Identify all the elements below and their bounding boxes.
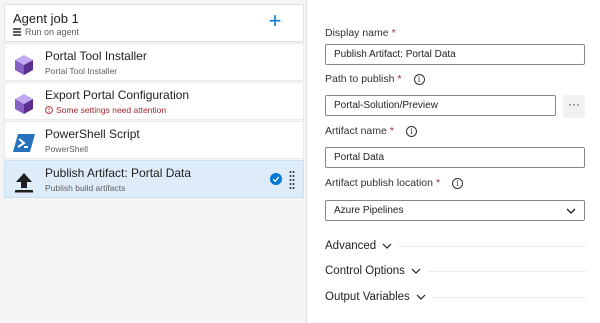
- browse-path-button[interactable]: ···: [563, 95, 585, 118]
- display-name-input[interactable]: Publish Artifact: Portal Data: [325, 44, 585, 65]
- check-icon: [270, 173, 282, 185]
- task-subtitle: Publish build artifacts: [45, 183, 125, 193]
- advanced-section-toggle[interactable]: Advanced: [325, 240, 392, 252]
- agent-job-subtitle: Run on agent: [13, 27, 79, 37]
- task-subtitle: Portal Tool Installer: [45, 66, 117, 76]
- task-item-portal-tool-installer[interactable]: Portal Tool Installer Portal Tool Instal…: [4, 43, 304, 81]
- publish-location-label: Artifact publish location * i: [325, 177, 464, 189]
- agent-icon: [13, 28, 21, 36]
- path-to-publish-label-text: Path to publish: [325, 73, 395, 85]
- output-variables-section-toggle[interactable]: Output Variables: [325, 291, 426, 303]
- path-to-publish-input[interactable]: Portal-Solution/Preview: [325, 95, 556, 116]
- publish-location-label-text: Artifact publish location: [325, 177, 433, 189]
- task-subtitle-text: Publish build artifacts: [45, 183, 126, 193]
- chevron-down-icon: [382, 243, 392, 249]
- task-item-export-portal-configuration[interactable]: Export Portal Configuration Some setting…: [4, 82, 304, 120]
- task-subtitle: PowerShell: [45, 144, 88, 154]
- task-item-publish-artifact[interactable]: Publish Artifact: Portal Data Publish bu…: [4, 160, 304, 198]
- section-title: Output Variables: [325, 291, 410, 303]
- section-title: Advanced: [325, 240, 377, 252]
- display-name-label: Display name *: [325, 27, 396, 39]
- publish-location-select[interactable]: Azure Pipelines: [325, 200, 585, 221]
- required-marker: *: [391, 27, 396, 39]
- portal-icon: [15, 55, 33, 75]
- display-name-label-text: Display name: [325, 27, 389, 39]
- section-divider: [428, 271, 586, 272]
- agent-job-subtitle-text: Run on agent: [25, 27, 80, 37]
- task-warning: Some settings need attention: [45, 105, 166, 115]
- add-task-button[interactable]: +: [265, 10, 285, 32]
- task-properties-panel: Display name * Publish Artifact: Portal …: [308, 0, 600, 323]
- path-to-publish-label: Path to publish * i: [325, 73, 425, 85]
- task-title: Portal Tool Installer: [45, 49, 147, 63]
- task-subtitle-text: Portal Tool Installer: [45, 66, 118, 76]
- task-title: Export Portal Configuration: [45, 88, 190, 102]
- chevron-down-icon: [566, 208, 576, 214]
- task-subtitle-text: PowerShell: [45, 144, 88, 154]
- agent-job-header[interactable]: Agent job 1 Run on agent +: [4, 4, 304, 42]
- artifact-name-label: Artifact name * i: [325, 125, 417, 137]
- section-divider: [398, 246, 586, 247]
- task-title: PowerShell Script: [45, 127, 140, 141]
- warning-clock-icon: [45, 106, 53, 114]
- task-warning-text: Some settings need attention: [56, 105, 167, 115]
- required-marker: *: [435, 177, 441, 189]
- task-item-powershell-script[interactable]: PowerShell Script PowerShell: [4, 121, 304, 159]
- artifact-name-label-text: Artifact name: [325, 125, 387, 137]
- upload-icon: [15, 173, 33, 193]
- powershell-icon: [13, 134, 35, 152]
- chevron-down-icon: [411, 268, 421, 274]
- info-icon[interactable]: i: [405, 125, 417, 137]
- control-options-section-toggle[interactable]: Control Options: [325, 265, 421, 277]
- task-title: Publish Artifact: Portal Data: [45, 166, 192, 180]
- drag-handle-icon[interactable]: [289, 170, 295, 190]
- info-icon[interactable]: i: [413, 73, 425, 85]
- required-marker: *: [389, 125, 394, 137]
- section-title: Control Options: [325, 265, 405, 277]
- publish-location-value: Azure Pipelines: [334, 205, 404, 216]
- task-list-panel: Agent job 1 Run on agent + Portal Tool I…: [0, 0, 307, 323]
- section-divider: [432, 297, 586, 298]
- info-icon[interactable]: i: [452, 177, 464, 189]
- portal-icon: [15, 94, 33, 114]
- agent-job-title: Agent job 1: [13, 11, 79, 26]
- artifact-name-input[interactable]: Portal Data: [325, 147, 585, 168]
- chevron-down-icon: [416, 294, 426, 300]
- required-marker: *: [397, 73, 402, 85]
